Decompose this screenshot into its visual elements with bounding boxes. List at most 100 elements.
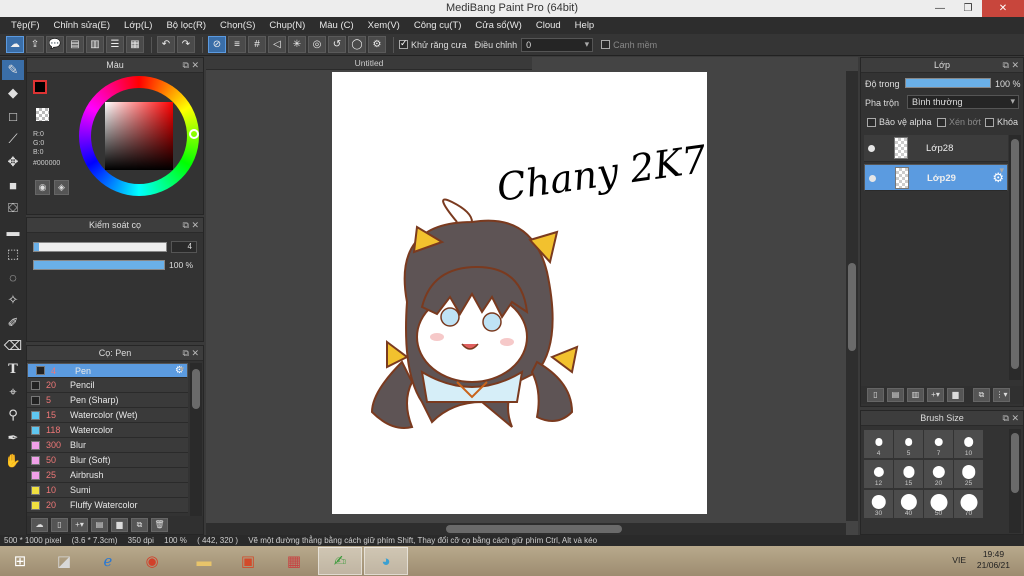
brush-add-icon[interactable]: +▾: [71, 518, 88, 532]
menu-select[interactable]: Chọn(S): [213, 17, 262, 34]
panel-close-icon[interactable]: ⧉ ✕: [183, 58, 199, 73]
menu-window[interactable]: Cửa sổ(W): [468, 17, 528, 34]
language-indicator[interactable]: VIE: [952, 555, 966, 565]
lock-toggle[interactable]: Khóa: [985, 117, 1018, 127]
brush-item[interactable]: 4 Pen ⚙: [27, 363, 188, 378]
palette-add-icon[interactable]: ◈: [54, 180, 69, 195]
brush-size-option[interactable]: 40: [894, 490, 923, 518]
grid-icon[interactable]: ▦: [126, 36, 144, 53]
menu-filter[interactable]: Bộ lọc(R): [159, 17, 213, 34]
brush-size-slider[interactable]: [33, 242, 167, 252]
brush-item[interactable]: 20 Fluffy Watercolor: [27, 498, 188, 513]
brush-item[interactable]: 25 Airbrush: [27, 468, 188, 483]
eraser-tool-icon[interactable]: ◆: [2, 83, 24, 103]
gear-icon[interactable]: ⚙: [992, 170, 1004, 186]
brush-item[interactable]: 118 Watercolor: [27, 423, 188, 438]
new-layer-icon[interactable]: ▯: [867, 388, 884, 402]
menu-file[interactable]: Tệp(F): [4, 17, 47, 34]
palette-icon[interactable]: ◉: [35, 180, 50, 195]
brush-size-option[interactable]: 25: [954, 460, 983, 488]
brush-list-scrollbar[interactable]: [190, 363, 202, 518]
select-eraser-tool-icon[interactable]: ⌫: [2, 336, 24, 356]
hand-tool-icon[interactable]: ✋: [2, 451, 24, 471]
brush-size-option[interactable]: 10: [954, 430, 983, 458]
minimize-button[interactable]: —: [926, 0, 954, 17]
brush-size-value[interactable]: 4: [171, 241, 197, 253]
move-tool-icon[interactable]: ✥: [2, 152, 24, 172]
visibility-icon[interactable]: [869, 175, 876, 182]
maximize-button[interactable]: ❐: [954, 0, 982, 17]
gear-icon[interactable]: ⚙: [175, 365, 184, 376]
snap-settings-icon[interactable]: ⚙: [368, 36, 386, 53]
select-tool-icon[interactable]: ⬚: [2, 244, 24, 264]
divide-tool-icon[interactable]: ⌖: [2, 382, 24, 402]
lasso-tool-icon[interactable]: ◌: [2, 267, 24, 287]
brush-item[interactable]: 10 Sumi: [27, 483, 188, 498]
brush-item[interactable]: 15 Watercolor (Wet): [27, 408, 188, 423]
comment-icon[interactable]: 💬: [46, 36, 64, 53]
edge-toggle[interactable]: Canh mềm: [601, 40, 657, 50]
select-pen-tool-icon[interactable]: ✐: [2, 313, 24, 333]
layer-opacity-slider[interactable]: [905, 78, 991, 88]
paint-app-icon[interactable]: ◕: [364, 547, 408, 575]
curve-snap-icon[interactable]: ↺: [328, 36, 346, 53]
brush-cloud-icon[interactable]: ☁: [31, 518, 48, 532]
shape-tool-icon[interactable]: □: [2, 106, 24, 126]
hue-knob[interactable]: [189, 129, 199, 139]
layer-row[interactable]: Lớp29 ⚙: [864, 164, 1008, 191]
menu-tools[interactable]: Công cụ(T): [407, 17, 469, 34]
menu-snap[interactable]: Chụp(N): [262, 17, 312, 34]
chrome-icon[interactable]: ◉: [130, 547, 174, 575]
canvas-horizontal-scrollbar[interactable]: [206, 523, 846, 535]
brush-size-option[interactable]: 20: [924, 460, 953, 488]
powerpoint-icon[interactable]: ▣: [226, 547, 270, 575]
new-raster-layer-icon[interactable]: ▥: [907, 388, 924, 402]
redo-icon[interactable]: ↷: [177, 36, 195, 53]
layer-menu-icon[interactable]: ⋮▾: [993, 388, 1010, 402]
document-tab[interactable]: Untitled: [206, 57, 532, 70]
brush-size-option[interactable]: 30: [864, 490, 893, 518]
brush-size-option[interactable]: 7: [924, 430, 953, 458]
add-layer-menu-icon[interactable]: +▾: [927, 388, 944, 402]
panel-close-icon[interactable]: ⧉ ✕: [183, 346, 199, 361]
brush-tool-icon[interactable]: ✎: [2, 60, 24, 80]
eyedropper-tool-icon[interactable]: ⚲: [2, 405, 24, 425]
file-explorer-icon[interactable]: ▬: [182, 547, 226, 575]
share-icon[interactable]: ⇪: [26, 36, 44, 53]
document-icon[interactable]: ▥: [86, 36, 104, 53]
menu-layer[interactable]: Lớp(L): [117, 17, 159, 34]
brush-opacity-slider[interactable]: [33, 260, 165, 270]
menu-color[interactable]: Màu (C): [312, 17, 360, 34]
blend-mode-select[interactable]: Bình thường: [907, 95, 1019, 109]
correction-select[interactable]: 0: [521, 37, 594, 52]
color-wheel[interactable]: [79, 76, 199, 196]
canvas-vertical-scrollbar[interactable]: [846, 71, 858, 521]
layer-list-scrollbar[interactable]: [1009, 135, 1021, 380]
brush-size-option[interactable]: 5: [894, 430, 923, 458]
dot-brush-tool-icon[interactable]: ⟋: [2, 129, 24, 149]
brush-item[interactable]: 300 Blur: [27, 438, 188, 453]
transparent-color-swatch[interactable]: [36, 108, 49, 121]
bucket-tool-icon[interactable]: ⛋: [2, 198, 24, 218]
radial-snap-icon[interactable]: ✳: [288, 36, 306, 53]
visibility-icon[interactable]: [868, 145, 875, 152]
snap-off-icon[interactable]: ⊘: [208, 36, 226, 53]
app-grid-icon[interactable]: ▦: [272, 547, 316, 575]
windows-start-icon[interactable]: ⊞: [0, 547, 40, 575]
brush-size-option[interactable]: 50: [924, 490, 953, 518]
foreground-color-swatch[interactable]: [33, 80, 47, 94]
parallel-snap-icon[interactable]: ≡: [228, 36, 246, 53]
concentric-snap-icon[interactable]: ◎: [308, 36, 326, 53]
menu-help[interactable]: Help: [568, 17, 602, 34]
cloud-icon[interactable]: ☁: [6, 36, 24, 53]
brush-duplicate-icon[interactable]: ⧉: [131, 518, 148, 532]
brush-size-option[interactable]: 4: [864, 430, 893, 458]
brush-item[interactable]: 5 Pen (Sharp): [27, 393, 188, 408]
brush-new-icon[interactable]: ▯: [51, 518, 68, 532]
panel-close-icon[interactable]: ⧉ ✕: [1003, 58, 1019, 73]
edge-checkbox[interactable]: [601, 40, 611, 49]
panel-close-icon[interactable]: ⧉ ✕: [183, 218, 199, 233]
brush-folder-icon[interactable]: ▆: [111, 518, 128, 532]
duplicate-layer-icon[interactable]: ⧉: [973, 388, 990, 402]
gradient-tool-icon[interactable]: ▬: [2, 221, 24, 241]
